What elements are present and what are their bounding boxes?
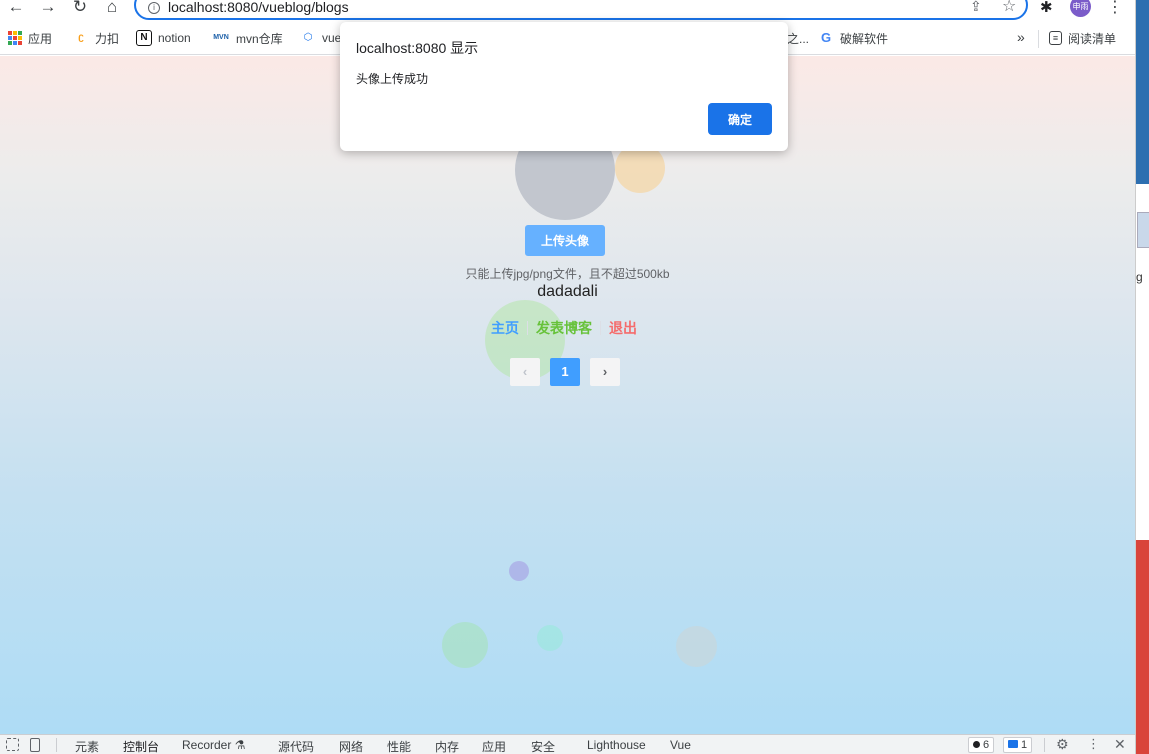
vue-icon: ⬡ xyxy=(303,32,313,43)
leetcode-icon: ʗ xyxy=(78,32,84,43)
bookmark-vue[interactable]: ⬡ vue xyxy=(300,29,342,47)
bookmark-partial[interactable]: 之... xyxy=(787,29,809,47)
logout-link[interactable]: 退出 xyxy=(609,318,637,338)
extensions-icon[interactable]: ✱ xyxy=(1040,0,1053,16)
messages-badge[interactable]: 1 xyxy=(1003,737,1033,753)
reading-list-label: 阅读清单 xyxy=(1068,31,1117,46)
devtools-divider xyxy=(1044,738,1045,752)
dialog-title: localhost:8080 显示 xyxy=(356,40,479,56)
upload-avatar-button[interactable]: 上传头像 xyxy=(525,225,605,256)
background-window-panel xyxy=(1136,540,1149,754)
message-icon xyxy=(1008,740,1018,748)
google-icon: G xyxy=(820,30,832,45)
nav-divider xyxy=(527,321,528,335)
background-window-panel xyxy=(1136,0,1149,184)
background-window-edge: g xyxy=(1135,0,1149,754)
alert-dialog: localhost:8080 显示 头像上传成功 确定 xyxy=(340,22,788,151)
bookmark-label: 应用 xyxy=(28,31,53,46)
upload-tip: 只能上传jpg/png文件，且不超过500kb xyxy=(465,267,670,281)
site-info-icon[interactable]: i xyxy=(148,2,160,14)
settings-gear-icon[interactable]: ⚙ xyxy=(1056,736,1069,753)
devtools-tab-security[interactable]: 安全 xyxy=(531,738,555,754)
reload-icon[interactable]: ↻ xyxy=(70,0,90,16)
share-icon[interactable]: ⇪ xyxy=(970,0,982,15)
background-window-thumbnail xyxy=(1137,212,1149,248)
bookmark-label: 之... xyxy=(787,31,810,46)
bookmark-notion[interactable]: N notion xyxy=(136,29,191,47)
bookmark-label: notion xyxy=(158,31,191,45)
bookmark-star-icon[interactable]: ☆ xyxy=(1002,0,1016,16)
profile-avatar[interactable]: 申雨 xyxy=(1070,0,1091,17)
devtools-divider xyxy=(56,738,57,752)
decorative-bubble xyxy=(509,561,529,581)
bookmark-label: vue xyxy=(322,31,342,45)
address-bar[interactable]: i localhost:8080/vueblog/blogs ⇪ ☆ xyxy=(134,0,1028,20)
nav-links: 主页 发表博客 退出 xyxy=(491,318,637,338)
bookmark-mvn[interactable]: MVN mvn仓库 xyxy=(212,29,283,47)
bookmark-leetcode[interactable]: ʗ 力扣 xyxy=(73,29,119,47)
devtools-tab-sources[interactable]: 源代码 xyxy=(278,738,314,754)
bookmarks-overflow-icon[interactable]: » xyxy=(1017,29,1025,45)
devtools-tab-lighthouse[interactable]: Lighthouse xyxy=(587,738,646,752)
bookmarks-divider xyxy=(1038,30,1039,48)
page-content: 上传头像 只能上传jpg/png文件，且不超过500kb dadadali 主页… xyxy=(0,56,1135,734)
dialog-message: 头像上传成功 xyxy=(356,72,429,86)
decorative-bubble xyxy=(676,626,717,667)
devtools-tab-performance[interactable]: 性能 xyxy=(387,738,411,754)
notion-icon: N xyxy=(136,30,152,46)
devtools-tab-recorder[interactable]: Recorder ⚗ xyxy=(182,738,245,752)
username: dadadali xyxy=(537,283,598,300)
url-text[interactable]: localhost:8080/vueblog/blogs xyxy=(168,0,349,15)
devtools-more-icon[interactable]: ⋮ xyxy=(1087,736,1100,752)
bookmark-apps[interactable]: 应用 xyxy=(8,29,52,47)
nav-divider xyxy=(600,321,601,335)
mvn-icon: MVN xyxy=(213,34,229,41)
devtools-tab-vue[interactable]: Vue xyxy=(670,738,691,752)
bookmark-label: mvn仓库 xyxy=(236,31,283,46)
errors-badge[interactable]: 6 xyxy=(968,737,995,753)
messages-count: 1 xyxy=(1021,739,1028,751)
errors-count: 6 xyxy=(983,739,990,751)
devtools-tab-elements[interactable]: 元素 xyxy=(75,738,99,754)
reading-list-icon: ≡ xyxy=(1049,31,1062,45)
pagination-prev-button[interactable]: ‹ xyxy=(510,358,540,386)
devtools-tabbar: 元素 控制台 Recorder ⚗ 源代码 网络 性能 内存 应用 安全 Lig… xyxy=(0,734,1135,754)
pagination-next-button[interactable]: › xyxy=(590,358,620,386)
forward-icon[interactable]: → xyxy=(38,0,58,16)
devtools-tab-console[interactable]: 控制台 xyxy=(123,738,159,754)
inspect-element-icon[interactable] xyxy=(6,738,19,751)
bookmark-label: 力扣 xyxy=(95,31,120,46)
bookmark-crack-software[interactable]: G 破解软件 xyxy=(818,29,888,47)
pagination-page-1[interactable]: 1 xyxy=(550,358,580,386)
browser-menu-icon[interactable]: ⋮ xyxy=(1107,0,1123,17)
reading-list-button[interactable]: ≡ 阅读清单 xyxy=(1049,29,1116,47)
home-link[interactable]: 主页 xyxy=(491,318,519,338)
devtools-tab-memory[interactable]: 内存 xyxy=(435,738,459,754)
apps-grid-icon xyxy=(8,31,22,45)
devtools-tab-application[interactable]: 应用 xyxy=(482,738,506,754)
back-icon[interactable]: ← xyxy=(6,0,26,16)
device-toolbar-icon[interactable] xyxy=(30,738,40,752)
bookmark-label: 破解软件 xyxy=(840,31,889,46)
browser-toolbar: ← → ↻ ⌂ i localhost:8080/vueblog/blogs ⇪… xyxy=(0,0,1135,22)
decorative-bubble xyxy=(442,622,488,668)
home-icon[interactable]: ⌂ xyxy=(102,0,122,16)
background-window-text: g xyxy=(1136,270,1143,284)
dialog-ok-button[interactable]: 确定 xyxy=(708,103,772,135)
decorative-bubble xyxy=(537,625,563,651)
devtools-close-icon[interactable]: ✕ xyxy=(1114,736,1126,753)
devtools-tab-network[interactable]: 网络 xyxy=(339,738,363,754)
error-dot-icon xyxy=(973,741,980,748)
publish-blog-link[interactable]: 发表博客 xyxy=(536,318,592,338)
